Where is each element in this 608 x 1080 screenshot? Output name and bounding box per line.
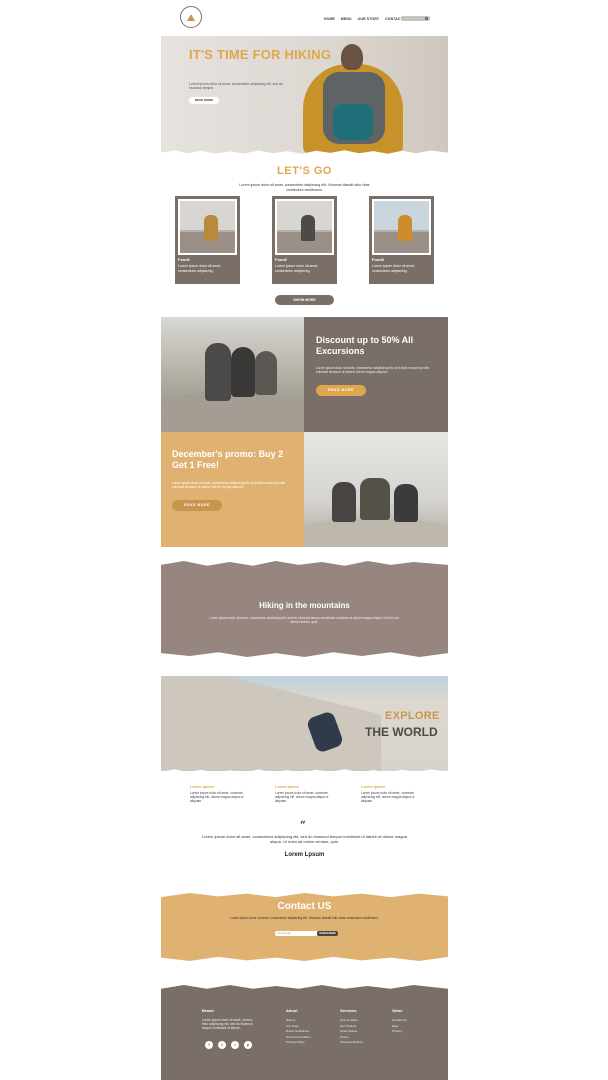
instagram-icon[interactable]: i [231, 1041, 239, 1049]
hero-title: IT'S TIME FOR HIKING [189, 47, 332, 62]
card-title: Food2 [275, 257, 287, 262]
december-read-more-button[interactable]: READ MORE [172, 500, 222, 511]
email-field[interactable]: Your Email [275, 931, 318, 936]
discount-read-more-button[interactable]: READ MORE [316, 385, 366, 396]
footer-brand-text: Lorem ipsum dolor sit amet, consec tetur… [202, 1018, 253, 1031]
card-text: Lorem ipsum dolor sit amet, consectetur … [372, 264, 416, 273]
landing-page: HOME MENU OUR STORY CONTACT US IT'S TIME… [161, 0, 448, 1080]
footer-link[interactable]: Contact Us [392, 1018, 407, 1024]
promo-image-friends [304, 432, 448, 547]
feature-text: Lorem ipsum dolor sit amet, consecte adi… [190, 791, 244, 804]
card-food2[interactable]: Food2 Lorem ipsum dolor sit amet, consec… [272, 196, 337, 284]
quote-icon: “ [300, 820, 306, 831]
card-food3[interactable]: Food3 Lorem ipsum dolor sit amet, consec… [369, 196, 434, 284]
twitter-icon[interactable]: t [218, 1041, 226, 1049]
social-links: f t i p [205, 1041, 252, 1049]
search-input[interactable] [401, 16, 430, 21]
discount-promo: Discount up to 50% All Excursions Lorem … [304, 317, 448, 432]
letsgo-title: LET'S GO [277, 165, 332, 177]
explore-banner: EXPLORE THE WORLD [161, 676, 448, 771]
contact-section: Contact US Lorem ipsum dolor sit amet, c… [161, 893, 448, 961]
feature-title: Lorem Ipsum [361, 785, 385, 789]
card-text: Lorem ipsum dolor sit amet, consectetur … [275, 264, 319, 273]
nav-menu[interactable]: MENU [341, 17, 352, 21]
hero-read-more-button[interactable]: READ MORE [189, 97, 219, 104]
feature-title: Lorem Ipsum [190, 785, 214, 789]
letsgo-description: Lorem ipsum dolor sit amet, consectetur … [239, 183, 370, 192]
footer-services: Services How to Order Our Product Order … [340, 1008, 363, 1046]
search-icon [425, 17, 428, 20]
footer-about-title: About [286, 1008, 298, 1013]
show-more-button[interactable]: SHOW MORE [275, 295, 334, 305]
footer-link[interactable]: Payment Method [340, 1040, 363, 1046]
subscribe-button[interactable]: SUBSCRIBE [317, 931, 338, 936]
footer: Brand Lorem ipsum dolor sit amet, consec… [161, 985, 448, 1080]
testimonial-author: Lorem Lpsum [284, 852, 325, 858]
hiking-description: Lorem ipsum dolor sit amet, consectetur … [209, 616, 399, 625]
header: HOME MENU OUR STORY CONTACT US [161, 0, 448, 36]
facebook-icon[interactable]: f [205, 1041, 213, 1049]
card-title: Food1 [178, 257, 190, 262]
december-description: Lorem ipsum dolor sit amet, consectetur … [172, 481, 286, 490]
promo-image-group [161, 317, 304, 432]
footer-brand-title: Brand [202, 1008, 214, 1013]
testimonial-text: Lorem ipsum dolor sit amet, consectetur … [202, 834, 407, 845]
contact-description: Lorem ipsum dolor sit amet, consectetur … [230, 916, 379, 920]
discount-title: Discount up to 50% All Excursions [316, 335, 414, 356]
contact-title: Contact US [277, 901, 332, 912]
hiking-title: Hiking in the mountains [259, 601, 350, 610]
footer-link[interactable]: Privacy [392, 1029, 407, 1035]
mountain-icon [187, 13, 195, 21]
card-photo [178, 199, 237, 255]
logo[interactable] [180, 6, 202, 28]
discount-description: Lorem ipsum dolor sit amet, consectetur … [316, 366, 430, 375]
card-title: Food3 [372, 257, 384, 262]
footer-other-title: Other [392, 1008, 403, 1013]
december-promo: December's promo: Buy 2 Get 1 Free! Lore… [161, 432, 304, 547]
card-food1[interactable]: Food1 Lorem ipsum dolor sit amet, consec… [175, 196, 240, 284]
feature-text: Lorem ipsum dolor sit amet, consecte adi… [361, 791, 415, 804]
card-photo [275, 199, 334, 255]
nav-home[interactable]: HOME [324, 17, 335, 21]
hiking-section: Hiking in the mountains Lorem ipsum dolo… [161, 561, 448, 657]
footer-link[interactable]: Privacy Policy [286, 1040, 311, 1046]
explore-line2: THE WORLD [365, 725, 438, 739]
footer-services-title: Services [340, 1008, 357, 1013]
card-photo [372, 199, 431, 255]
footer-link[interactable]: Brand Guidelines [286, 1029, 311, 1035]
footer-other: Other Contact Us Help Privacy [392, 1008, 407, 1035]
footer-brand: Brand Lorem ipsum dolor sit amet, consec… [202, 1008, 254, 1031]
hero-banner: IT'S TIME FOR HIKING Lorem ipsum dolor s… [161, 36, 448, 154]
feature-item: Lorem Ipsum Lorem ipsum dolor sit amet, … [190, 785, 245, 804]
explore-line1: EXPLORE [385, 710, 440, 722]
footer-about: About History Our Team Brand Guidelines … [286, 1008, 311, 1046]
feature-title: Lorem Ipsum [275, 785, 299, 789]
feature-item: Lorem Ipsum Lorem ipsum dolor sit amet, … [275, 785, 330, 804]
december-title: December's promo: Buy 2 Get 1 Free! [172, 449, 284, 470]
main-nav: HOME MENU OUR STORY CONTACT US [324, 17, 409, 21]
feature-text: Lorem ipsum dolor sit amet, consecte adi… [275, 791, 329, 804]
feature-item: Lorem Ipsum Lorem ipsum dolor sit amet, … [361, 785, 416, 804]
pinterest-icon[interactable]: p [244, 1041, 252, 1049]
nav-our-story[interactable]: OUR STORY [358, 17, 380, 21]
card-text: Lorem ipsum dolor sit amet, consectetur … [178, 264, 222, 273]
hero-description: Lorem ipsum dolor sit amet, consectetur … [189, 82, 283, 91]
